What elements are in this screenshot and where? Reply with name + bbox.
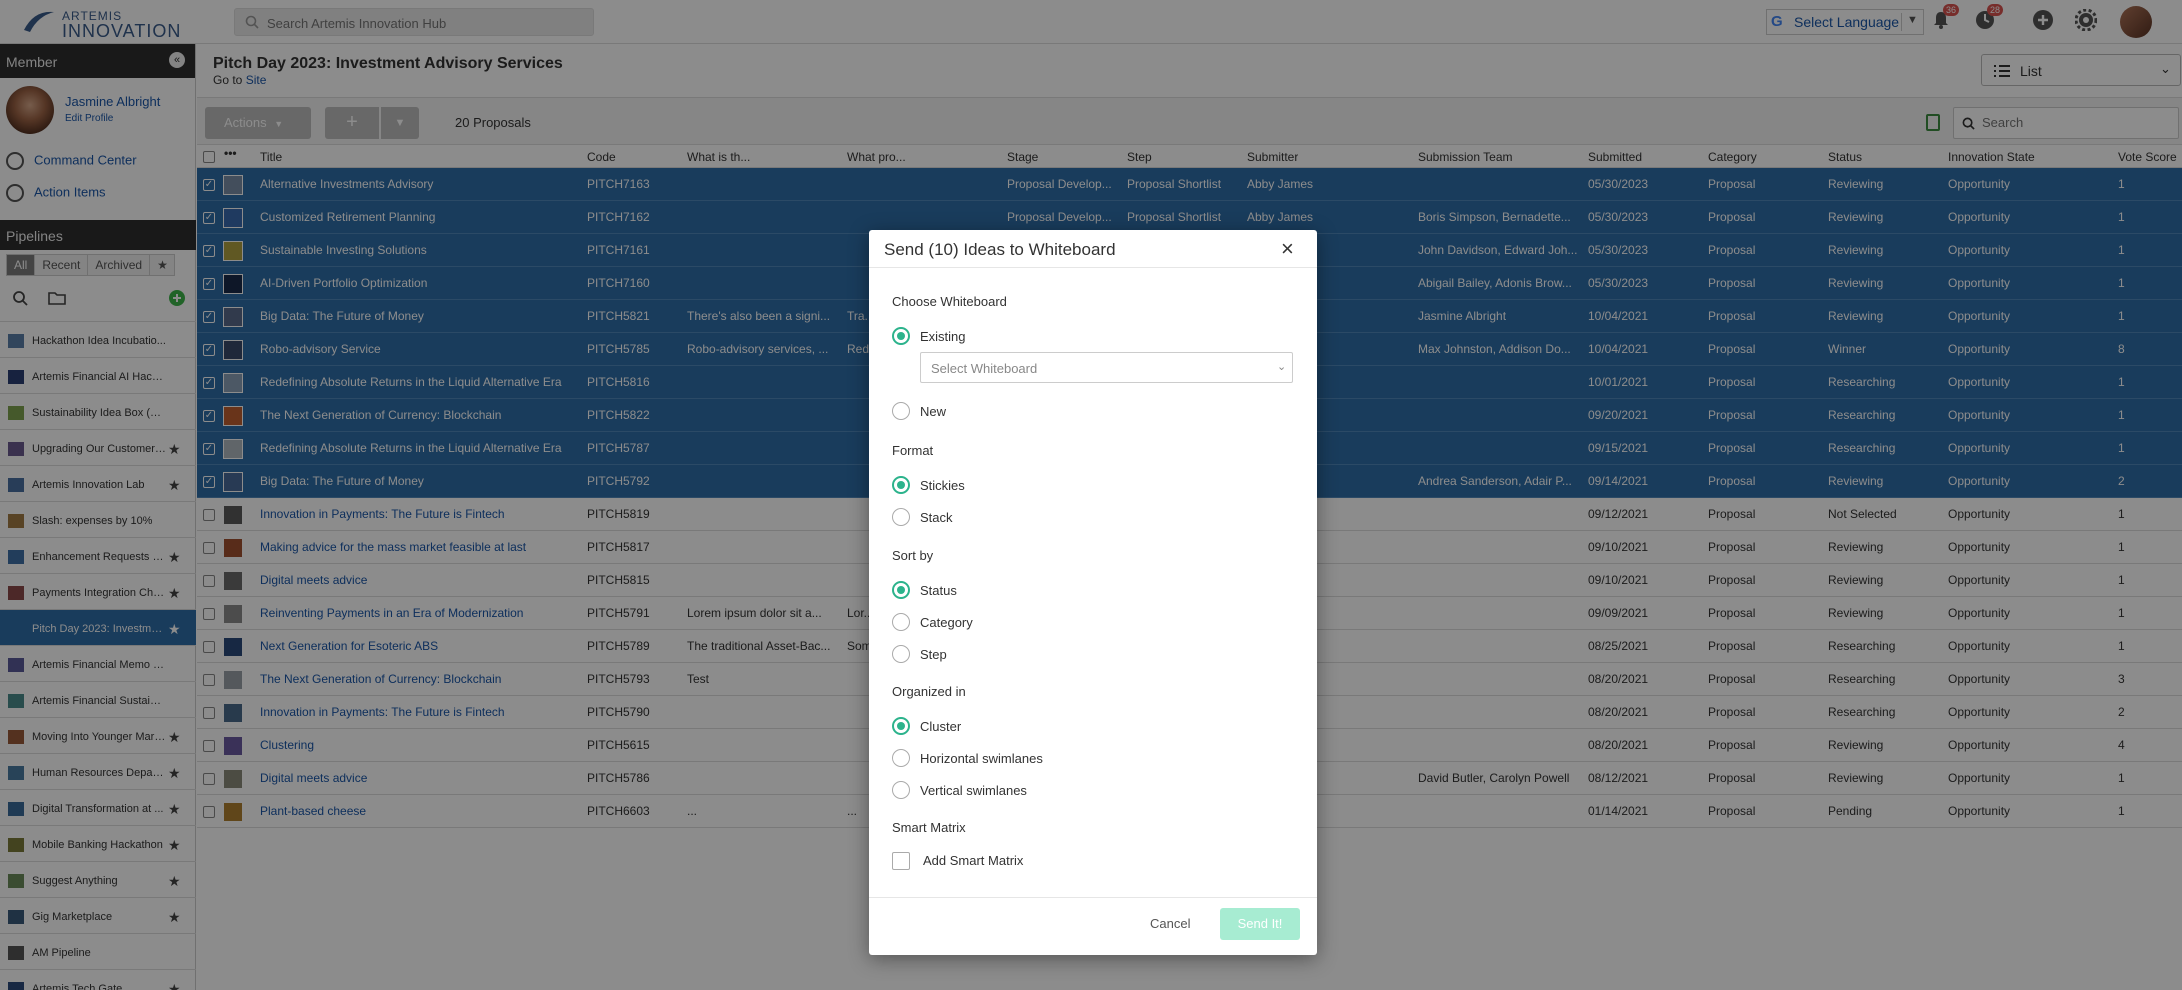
radio-stickies[interactable] [892,476,910,494]
chevron-down-icon: ⌄ [1277,361,1287,373]
radio-vertical-swimlanes-label[interactable]: Vertical swimlanes [920,783,1027,798]
whiteboard-select[interactable]: Select Whiteboard ⌄ [920,352,1293,383]
radio-sort-step-label[interactable]: Step [920,647,947,662]
choose-whiteboard-label: Choose Whiteboard [892,294,1007,309]
radio-sort-status-label[interactable]: Status [920,583,957,598]
radio-vertical-swimlanes[interactable] [892,781,910,799]
dialog-header: Send (10) Ideas to Whiteboard × [869,230,1317,268]
send-button[interactable]: Send It! [1220,908,1300,940]
send-to-whiteboard-dialog: Send (10) Ideas to Whiteboard × Choose W… [869,230,1317,955]
smart-matrix-label: Smart Matrix [892,820,966,835]
radio-horizontal-swimlanes[interactable] [892,749,910,767]
radio-stickies-label[interactable]: Stickies [920,478,965,493]
radio-new-label[interactable]: New [920,404,946,419]
whiteboard-select-placeholder: Select Whiteboard [931,361,1038,376]
add-smart-matrix-checkbox[interactable] [892,852,910,870]
format-label: Format [892,443,934,458]
dialog-footer: Cancel Send It! [869,897,1317,955]
radio-horizontal-swimlanes-label[interactable]: Horizontal swimlanes [920,751,1043,766]
close-icon[interactable]: × [1281,236,1294,262]
radio-new[interactable] [892,402,910,420]
add-smart-matrix-label[interactable]: Add Smart Matrix [923,853,1023,868]
radio-cluster-label[interactable]: Cluster [920,719,961,734]
radio-sort-step[interactable] [892,645,910,663]
radio-stack-label[interactable]: Stack [920,510,953,525]
sort-by-label: Sort by [892,548,934,563]
dialog-title: Send (10) Ideas to Whiteboard [884,240,1116,259]
radio-sort-status[interactable] [892,581,910,599]
radio-sort-category-label[interactable]: Category [920,615,973,630]
radio-existing[interactable] [892,327,910,345]
cancel-button[interactable]: Cancel [1150,916,1190,931]
radio-sort-category[interactable] [892,613,910,631]
radio-cluster[interactable] [892,717,910,735]
radio-stack[interactable] [892,508,910,526]
organized-in-label: Organized in [892,684,966,699]
radio-existing-label[interactable]: Existing [920,329,966,344]
